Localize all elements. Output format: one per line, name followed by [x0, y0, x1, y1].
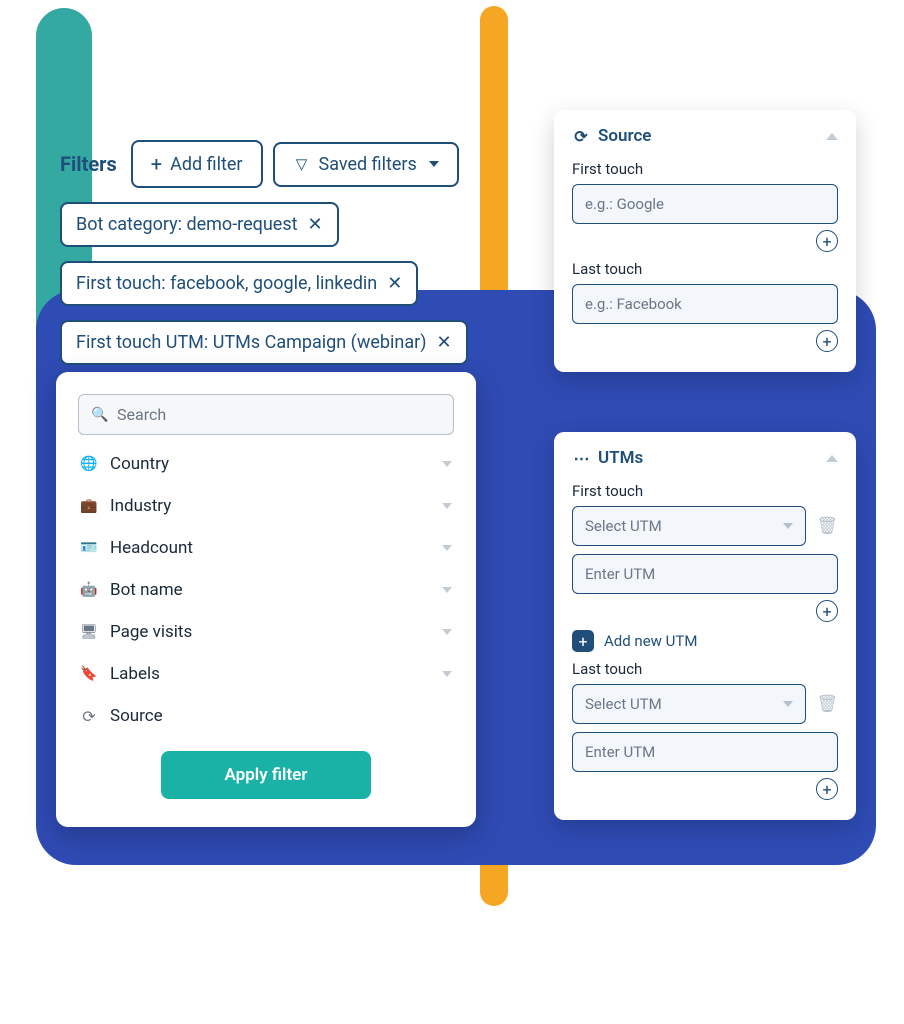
- add-filter-label: Add filter: [170, 154, 242, 175]
- filter-option-label: Labels: [110, 664, 160, 684]
- apply-filter-button[interactable]: Apply filter: [161, 751, 371, 799]
- funnel-icon: [293, 155, 311, 173]
- active-filter-chip[interactable]: Bot category: demo-request ✕: [60, 202, 339, 247]
- chevron-down-icon: [442, 587, 452, 593]
- input-placeholder: e.g.: Google: [585, 195, 664, 213]
- chevron-down-icon: [442, 629, 452, 635]
- input-placeholder: e.g.: Facebook: [585, 295, 682, 313]
- filter-option-label: Country: [110, 454, 169, 474]
- close-icon[interactable]: ✕: [387, 275, 402, 293]
- active-filter-text: First touch: facebook, google, linkedin: [76, 273, 377, 294]
- chevron-down-icon: [442, 671, 452, 677]
- filters-header-area: Filters + Add filter Saved filters Bot c…: [60, 140, 520, 379]
- monitor-icon: [80, 623, 98, 641]
- filter-option-label: Industry: [110, 496, 171, 516]
- plus-square-icon: +: [572, 630, 594, 652]
- collapse-icon[interactable]: [826, 455, 838, 462]
- robot-icon: [80, 581, 98, 599]
- utm-last-touch-select[interactable]: Select UTM: [572, 684, 806, 724]
- utms-icon: [572, 449, 590, 467]
- utms-card: UTMs First touch Select UTM 🗑 Enter UTM …: [554, 432, 856, 820]
- first-touch-label: First touch: [572, 160, 838, 178]
- search-placeholder: Search: [117, 405, 166, 424]
- source-icon: [572, 127, 590, 145]
- briefcase-icon: [80, 497, 98, 515]
- active-filter-chip[interactable]: First touch UTM: UTMs Campaign (webinar)…: [60, 320, 468, 365]
- filter-option-label: Headcount: [110, 538, 193, 558]
- utms-title: UTMs: [598, 448, 643, 468]
- filter-option[interactable]: Page visits: [78, 611, 454, 653]
- filter-option[interactable]: Source: [78, 695, 454, 737]
- add-filter-button[interactable]: + Add filter: [131, 140, 263, 188]
- source-card: Source First touch e.g.: Google + Last t…: [554, 110, 856, 372]
- plus-icon: +: [151, 152, 162, 176]
- close-icon[interactable]: ✕: [308, 216, 323, 234]
- first-touch-label: First touch: [572, 482, 838, 500]
- add-utm-last-button[interactable]: +: [816, 778, 838, 800]
- utm-first-touch-select[interactable]: Select UTM: [572, 506, 806, 546]
- globe-icon: [80, 455, 98, 473]
- filter-option-label: Page visits: [110, 622, 192, 642]
- filter-option-label: Source: [110, 706, 163, 726]
- add-new-utm-label: Add new UTM: [604, 632, 697, 650]
- filter-picker-panel: Search Country Industry Headcount Bot name P…: [56, 372, 476, 827]
- filter-option[interactable]: Headcount: [78, 527, 454, 569]
- idcard-icon: [80, 539, 98, 557]
- chevron-down-icon: [429, 161, 439, 167]
- chevron-down-icon: [442, 545, 452, 551]
- search-icon: [91, 406, 109, 424]
- orbit-icon: [80, 707, 98, 725]
- trash-icon[interactable]: 🗑: [816, 516, 838, 536]
- last-touch-label: Last touch: [572, 260, 838, 278]
- active-filter-text: Bot category: demo-request: [76, 214, 298, 235]
- source-first-touch-input[interactable]: e.g.: Google: [572, 184, 838, 224]
- filter-options-list: Country Industry Headcount Bot name Page vis…: [78, 443, 454, 737]
- add-new-utm-button[interactable]: + Add new UTM: [572, 630, 838, 652]
- source-title: Source: [598, 126, 651, 146]
- active-filter-text: First touch UTM: UTMs Campaign (webinar): [76, 332, 427, 353]
- filter-option[interactable]: Country: [78, 443, 454, 485]
- input-placeholder: Enter UTM: [585, 743, 655, 761]
- chevron-down-icon: [442, 503, 452, 509]
- add-last-touch-button[interactable]: +: [816, 330, 838, 352]
- filter-option[interactable]: Labels: [78, 653, 454, 695]
- chevron-down-icon: [442, 461, 452, 467]
- utm-last-touch-input[interactable]: Enter UTM: [572, 732, 838, 772]
- filter-option[interactable]: Industry: [78, 485, 454, 527]
- active-filter-chip[interactable]: First touch: facebook, google, linkedin …: [60, 261, 418, 306]
- saved-filters-button[interactable]: Saved filters: [273, 142, 459, 187]
- collapse-icon[interactable]: [826, 133, 838, 140]
- select-placeholder: Select UTM: [585, 517, 662, 535]
- utm-first-touch-input[interactable]: Enter UTM: [572, 554, 838, 594]
- last-touch-label: Last touch: [572, 660, 838, 678]
- add-utm-first-button[interactable]: +: [816, 600, 838, 622]
- input-placeholder: Enter UTM: [585, 565, 655, 583]
- add-first-touch-button[interactable]: +: [816, 230, 838, 252]
- chevron-down-icon: [783, 523, 793, 529]
- close-icon[interactable]: ✕: [437, 334, 452, 352]
- tag-icon: [80, 665, 98, 683]
- saved-filters-label: Saved filters: [319, 154, 417, 175]
- filter-option-label: Bot name: [110, 580, 183, 600]
- select-placeholder: Select UTM: [585, 695, 662, 713]
- chevron-down-icon: [783, 701, 793, 707]
- filters-heading: Filters: [60, 152, 121, 176]
- source-last-touch-input[interactable]: e.g.: Facebook: [572, 284, 838, 324]
- search-input[interactable]: Search: [78, 394, 454, 435]
- filter-option[interactable]: Bot name: [78, 569, 454, 611]
- trash-icon[interactable]: 🗑: [816, 694, 838, 714]
